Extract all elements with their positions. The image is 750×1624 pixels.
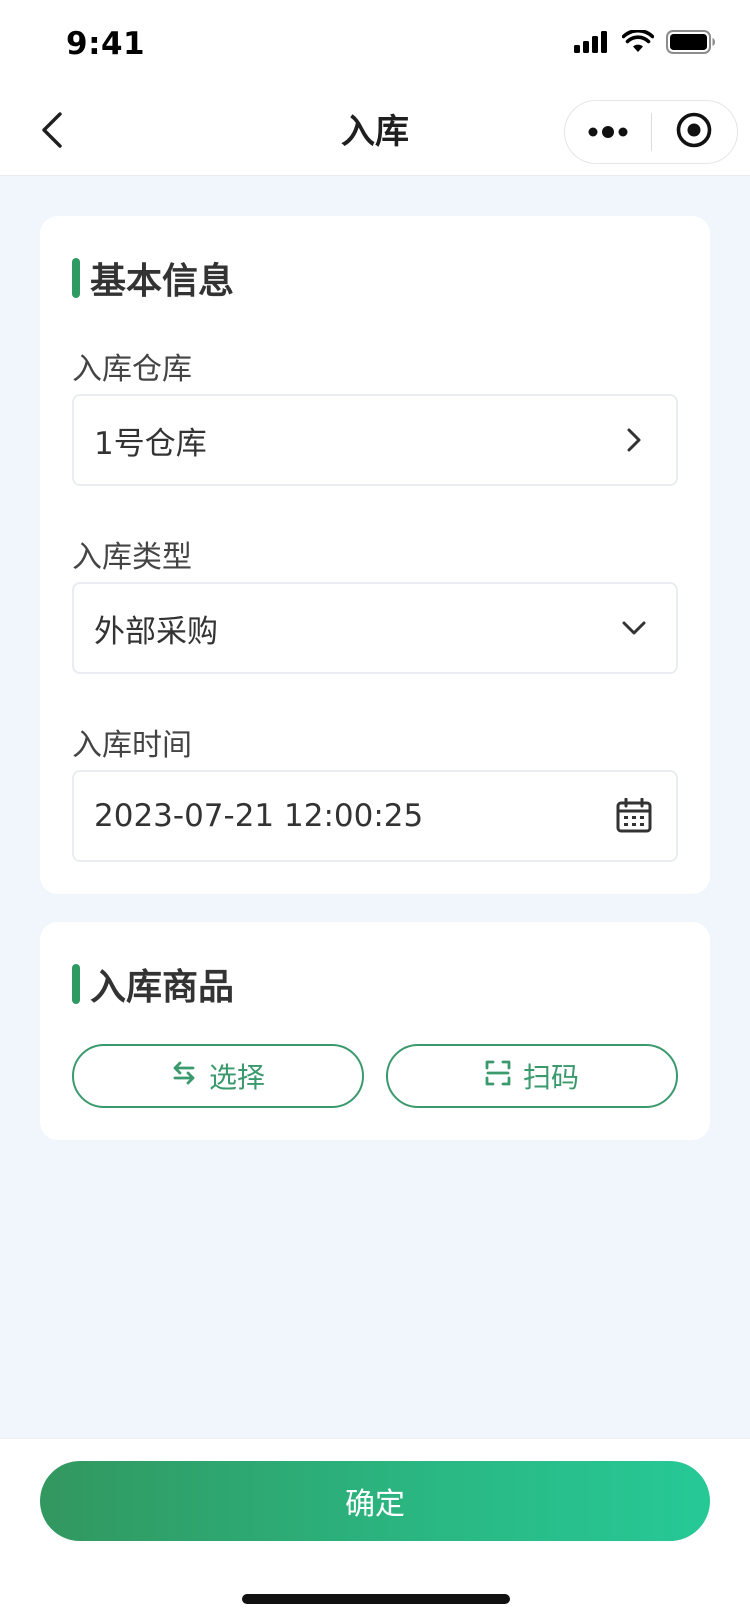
inbound-goods-card: 入库商品 选择 扫码 — [40, 922, 710, 1140]
basic-info-heading: 基本信息 — [72, 252, 234, 304]
more-dots-icon — [588, 123, 628, 142]
scan-goods-label: 扫码 — [522, 1061, 579, 1094]
select-goods-label: 选择 — [208, 1061, 265, 1094]
status-icons — [574, 28, 716, 58]
status-bar: 9:41 — [0, 0, 750, 88]
nav-bar: 入库 — [0, 88, 750, 176]
swap-icon — [171, 1060, 197, 1093]
inbound-time-value: 2023-07-21 12:00:25 — [94, 798, 424, 834]
scan-goods-button[interactable]: 扫码 — [386, 1044, 678, 1108]
inbound-goods-heading: 入库商品 — [72, 958, 234, 1010]
basic-info-title: 基本信息 — [90, 261, 235, 302]
inbound-type-value: 外部采购 — [94, 613, 218, 650]
warehouse-picker[interactable]: 1号仓库 — [72, 394, 678, 486]
more-button[interactable] — [565, 100, 651, 164]
screen: 9:41 入库 基本信息 入库仓库 1号仓库 入库类型 外部采购 入库时间 20… — [0, 0, 750, 1624]
scan-icon — [485, 1060, 511, 1093]
target-icon — [675, 111, 713, 153]
bottom-action-bar: 确定 — [0, 1438, 750, 1624]
select-goods-button[interactable]: 选择 — [72, 1044, 364, 1108]
inbound-time-picker[interactable]: 2023-07-21 12:00:25 — [72, 770, 678, 862]
wifi-icon — [621, 28, 655, 58]
confirm-button[interactable]: 确定 — [40, 1461, 710, 1541]
warehouse-value: 1号仓库 — [94, 425, 207, 462]
mini-program-capsule — [564, 100, 738, 164]
section-accent-bar — [72, 258, 80, 298]
cellular-signal-icon — [574, 31, 610, 57]
basic-info-card: 基本信息 入库仓库 1号仓库 入库类型 外部采购 入库时间 2023-07-21… — [40, 216, 710, 894]
home-indicator — [242, 1594, 510, 1604]
close-miniapp-button[interactable] — [652, 100, 738, 164]
chevron-down-icon — [614, 608, 654, 648]
inbound-goods-title: 入库商品 — [90, 967, 235, 1008]
calendar-icon — [614, 796, 654, 836]
inbound-type-select[interactable]: 外部采购 — [72, 582, 678, 674]
battery-icon — [666, 30, 716, 58]
inbound-time-label: 入库时间 — [72, 728, 192, 763]
status-time: 9:41 — [66, 26, 146, 62]
warehouse-label: 入库仓库 — [72, 352, 192, 387]
section-accent-bar — [72, 964, 80, 1004]
chevron-right-icon — [614, 420, 654, 460]
inbound-type-label: 入库类型 — [72, 540, 192, 575]
